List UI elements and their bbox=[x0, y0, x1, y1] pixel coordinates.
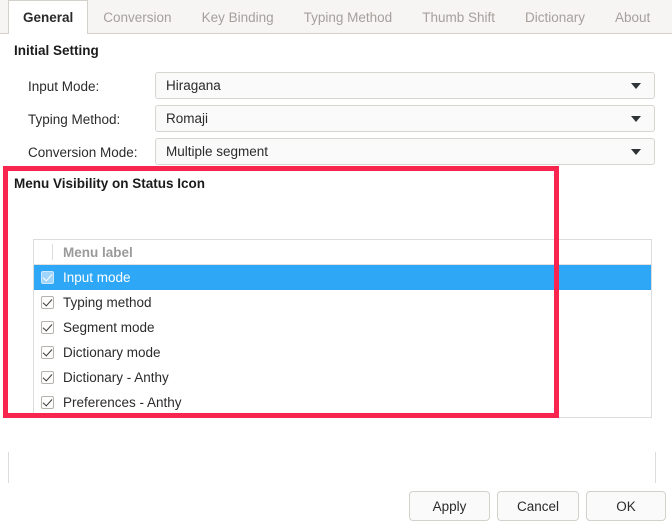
cancel-button[interactable]: Cancel bbox=[497, 491, 579, 521]
list-item-label: Dictionary - Anthy bbox=[54, 370, 169, 385]
tab-dictionary[interactable]: Dictionary bbox=[510, 0, 600, 33]
general-tab-panel: Initial Setting Input Mode: Hiragana Typ… bbox=[0, 34, 672, 483]
checkbox-checked-icon[interactable] bbox=[41, 296, 54, 309]
apply-button[interactable]: Apply bbox=[409, 491, 490, 521]
tab-general[interactable]: General bbox=[8, 0, 88, 34]
checkbox-column-header bbox=[34, 244, 53, 260]
table-row[interactable]: Segment mode bbox=[34, 315, 651, 340]
menu-label-column-header: Menu label bbox=[53, 245, 133, 260]
checkbox-checked-icon[interactable] bbox=[41, 371, 54, 384]
typing-method-label: Typing Method: bbox=[28, 112, 120, 127]
menu-visibility-heading: Menu Visibility on Status Icon bbox=[14, 176, 205, 191]
list-header-row: Menu label bbox=[34, 240, 651, 265]
tab-typing-method[interactable]: Typing Method bbox=[289, 0, 408, 33]
input-mode-combobox[interactable]: Hiragana bbox=[155, 72, 655, 99]
chevron-down-icon bbox=[624, 116, 648, 122]
conversion-mode-value: Multiple segment bbox=[156, 144, 624, 159]
tab-label: Typing Method bbox=[304, 10, 393, 25]
chevron-down-icon bbox=[624, 149, 648, 155]
dialog-button-bar: Apply Cancel OK bbox=[0, 483, 672, 522]
ok-button[interactable]: OK bbox=[586, 491, 666, 521]
table-row[interactable]: Input mode bbox=[34, 265, 651, 290]
apply-button-label: Apply bbox=[433, 499, 467, 514]
list-item-label: Preferences - Anthy bbox=[54, 395, 182, 410]
typing-method-value: Romaji bbox=[156, 111, 624, 126]
chevron-down-icon bbox=[624, 83, 648, 89]
tab-conversion[interactable]: Conversion bbox=[88, 0, 186, 33]
input-mode-value: Hiragana bbox=[156, 78, 624, 93]
table-row[interactable]: Dictionary mode bbox=[34, 340, 651, 365]
tab-label: Dictionary bbox=[525, 10, 585, 25]
table-row[interactable]: Dictionary - Anthy bbox=[34, 365, 651, 390]
tab-about[interactable]: About bbox=[600, 0, 665, 33]
table-row[interactable]: Preferences - Anthy bbox=[34, 390, 651, 415]
checkbox-checked-icon[interactable] bbox=[41, 271, 54, 284]
input-mode-label: Input Mode: bbox=[28, 79, 99, 94]
tab-thumb-shift[interactable]: Thumb Shift bbox=[407, 0, 510, 33]
table-row[interactable]: Typing method bbox=[34, 290, 651, 315]
tab-label: About bbox=[615, 10, 650, 25]
conversion-mode-combobox[interactable]: Multiple segment bbox=[155, 138, 655, 165]
list-item-label: Typing method bbox=[54, 295, 152, 310]
tab-label: Thumb Shift bbox=[422, 10, 495, 25]
tab-key-binding[interactable]: Key Binding bbox=[187, 0, 289, 33]
tab-label: General bbox=[23, 10, 73, 25]
conversion-mode-label: Conversion Mode: bbox=[28, 145, 138, 160]
ok-button-label: OK bbox=[616, 499, 636, 514]
cancel-button-label: Cancel bbox=[517, 499, 559, 514]
menu-visibility-list[interactable]: Menu label Input mode Typing method Segm… bbox=[33, 239, 652, 418]
list-item-label: Input mode bbox=[54, 270, 131, 285]
tab-label: Key Binding bbox=[202, 10, 274, 25]
checkbox-checked-icon[interactable] bbox=[41, 321, 54, 334]
list-item-label: Dictionary mode bbox=[54, 345, 161, 360]
initial-setting-heading: Initial Setting bbox=[14, 43, 99, 58]
tab-bar: General Conversion Key Binding Typing Me… bbox=[0, 0, 672, 34]
list-item-label: Segment mode bbox=[54, 320, 155, 335]
typing-method-combobox[interactable]: Romaji bbox=[155, 105, 655, 132]
tab-label: Conversion bbox=[103, 10, 171, 25]
checkbox-checked-icon[interactable] bbox=[41, 346, 54, 359]
checkbox-checked-icon[interactable] bbox=[41, 396, 54, 409]
